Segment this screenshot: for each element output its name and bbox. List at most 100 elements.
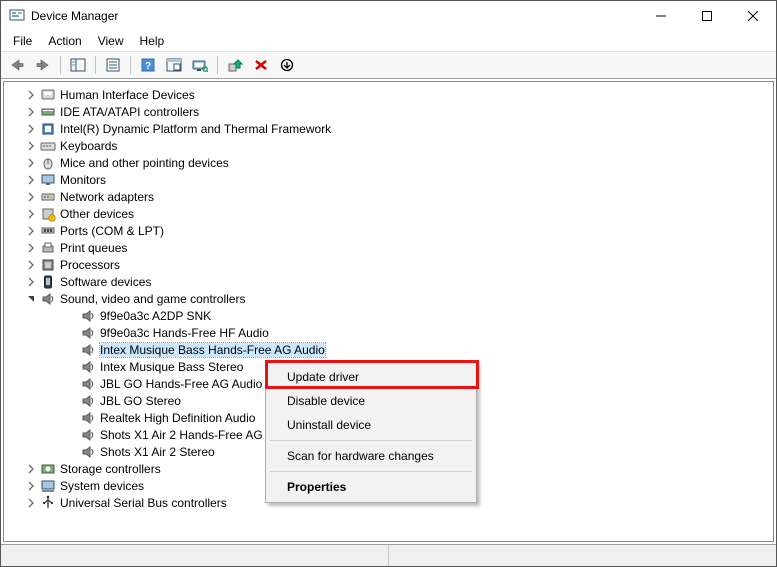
speaker-icon — [80, 308, 96, 324]
toolbar-sep — [130, 56, 131, 74]
context-menu-item[interactable]: Uninstall device — [269, 413, 473, 437]
other-icon: ! — [40, 206, 56, 222]
tree-category-label: System devices — [60, 479, 144, 493]
scan-button[interactable] — [188, 54, 212, 76]
tree-category[interactable]: Human Interface Devices — [4, 86, 773, 103]
speaker-icon — [80, 359, 96, 375]
svg-text:?: ? — [145, 61, 151, 72]
chevron-right-icon[interactable] — [24, 105, 38, 119]
titlebar: Device Manager — [1, 1, 776, 31]
chevron-right-icon[interactable] — [24, 190, 38, 204]
app-icon — [9, 8, 25, 24]
tree-category-label: Network adapters — [60, 190, 154, 204]
tree-category[interactable]: Mice and other pointing devices — [4, 154, 773, 171]
chip-icon — [40, 121, 56, 137]
uninstall-device-toolbar-button[interactable] — [249, 54, 273, 76]
back-button[interactable] — [5, 54, 29, 76]
tree-category[interactable]: Processors — [4, 256, 773, 273]
keyboard-icon — [40, 138, 56, 154]
context-menu-separator — [270, 440, 472, 441]
tree-category-label: Monitors — [60, 173, 106, 187]
toolbar-sep — [95, 56, 96, 74]
tree-category[interactable]: IDE ATA/ATAPI controllers — [4, 103, 773, 120]
cpu-icon — [40, 257, 56, 273]
chevron-right-icon[interactable] — [24, 241, 38, 255]
tree-device[interactable]: 9f9e0a3c A2DP SNK — [4, 307, 773, 324]
help-button[interactable]: ? — [136, 54, 160, 76]
tree-spacer — [64, 360, 78, 374]
tree-category[interactable]: Print queues — [4, 239, 773, 256]
chevron-right-icon[interactable] — [24, 88, 38, 102]
chevron-right-icon[interactable] — [24, 258, 38, 272]
close-button[interactable] — [730, 1, 776, 31]
statusbar-cell — [389, 545, 776, 566]
chevron-right-icon[interactable] — [24, 173, 38, 187]
chevron-right-icon[interactable] — [24, 207, 38, 221]
tree-device[interactable]: Intex Musique Bass Hands-Free AG Audio — [4, 341, 773, 358]
svg-text:!: ! — [51, 216, 52, 222]
tree-device-label: 9f9e0a3c Hands-Free HF Audio — [100, 326, 269, 340]
forward-button[interactable] — [31, 54, 55, 76]
speaker-icon — [80, 393, 96, 409]
tree-category[interactable]: Network adapters — [4, 188, 773, 205]
chevron-right-icon[interactable] — [24, 224, 38, 238]
port-icon — [40, 223, 56, 239]
context-menu-item[interactable]: Scan for hardware changes — [269, 444, 473, 468]
chevron-right-icon[interactable] — [24, 156, 38, 170]
tree-device-label: Intex Musique Bass Stereo — [100, 360, 243, 374]
tree-spacer — [64, 377, 78, 391]
minimize-button[interactable] — [638, 1, 684, 31]
tree-category[interactable]: !Other devices — [4, 205, 773, 222]
show-hide-console-tree-button[interactable] — [66, 54, 90, 76]
tree-spacer — [64, 428, 78, 442]
context-menu-item[interactable]: Update driver — [269, 365, 473, 389]
tree-category[interactable]: Intel(R) Dynamic Platform and Thermal Fr… — [4, 120, 773, 137]
usb-icon — [40, 495, 56, 511]
speaker-icon — [80, 444, 96, 460]
tree-category-label: Storage controllers — [60, 462, 161, 476]
speaker-icon — [80, 410, 96, 426]
tree-category[interactable]: Monitors — [4, 171, 773, 188]
properties-button[interactable] — [101, 54, 125, 76]
tree-device-label: Shots X1 Air 2 Stereo — [100, 445, 215, 459]
disable-device-toolbar-button[interactable] — [275, 54, 299, 76]
maximize-button[interactable] — [684, 1, 730, 31]
hid-icon — [40, 87, 56, 103]
printer-icon — [40, 240, 56, 256]
tree-device-label: Realtek High Definition Audio — [100, 411, 255, 425]
statusbar — [1, 544, 776, 566]
speaker-icon — [80, 376, 96, 392]
tree-category[interactable]: Software devices — [4, 273, 773, 290]
menu-view[interactable]: View — [90, 32, 132, 50]
tree-category[interactable]: Ports (COM & LPT) — [4, 222, 773, 239]
tree-spacer — [64, 326, 78, 340]
speaker-icon — [80, 427, 96, 443]
tree-device-label: JBL GO Stereo — [100, 394, 181, 408]
menu-action[interactable]: Action — [40, 32, 89, 50]
chevron-right-icon[interactable] — [24, 462, 38, 476]
tree-category-label: Keyboards — [60, 139, 117, 153]
chevron-right-icon[interactable] — [24, 122, 38, 136]
menu-file[interactable]: File — [5, 32, 40, 50]
tree-category-label: Sound, video and game controllers — [60, 292, 245, 306]
chevron-right-icon[interactable] — [24, 139, 38, 153]
update-driver-toolbar-button[interactable] — [223, 54, 247, 76]
ide-icon — [40, 104, 56, 120]
chevron-down-icon[interactable] — [24, 292, 38, 306]
context-menu-item[interactable]: Properties — [269, 475, 473, 499]
tree-category-label: IDE ATA/ATAPI controllers — [60, 105, 199, 119]
tree-category[interactable]: Sound, video and game controllers — [4, 290, 773, 307]
tree-device-label: Intex Musique Bass Hands-Free AG Audio — [100, 343, 325, 357]
tree-category[interactable]: Keyboards — [4, 137, 773, 154]
chevron-right-icon[interactable] — [24, 479, 38, 493]
window-title: Device Manager — [31, 9, 118, 23]
action-button[interactable] — [162, 54, 186, 76]
tree-device[interactable]: 9f9e0a3c Hands-Free HF Audio — [4, 324, 773, 341]
tree-category-label: Intel(R) Dynamic Platform and Thermal Fr… — [60, 122, 331, 136]
menu-help[interactable]: Help — [132, 32, 173, 50]
statusbar-cell — [1, 545, 389, 566]
context-menu-item[interactable]: Disable device — [269, 389, 473, 413]
chevron-right-icon[interactable] — [24, 275, 38, 289]
tree-category-label: Software devices — [60, 275, 151, 289]
chevron-right-icon[interactable] — [24, 496, 38, 510]
